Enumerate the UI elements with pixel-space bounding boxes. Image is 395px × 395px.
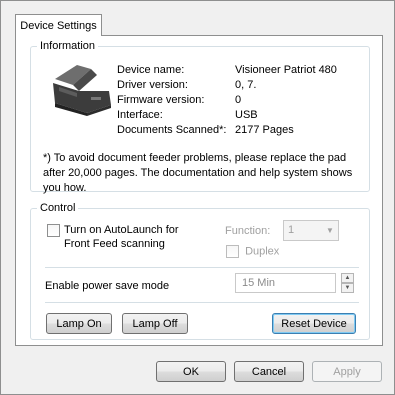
divider	[45, 302, 359, 303]
info-row-documents-scanned: Documents Scanned*: 2177 Pages	[117, 123, 357, 138]
autolaunch-checkbox[interactable]	[47, 224, 60, 237]
spin-up-icon[interactable]: ▲	[341, 273, 354, 283]
dialog-window: Device Settings Information Device name:…	[0, 0, 395, 395]
info-row-driver-version: Driver version: 0, 7.	[117, 78, 357, 93]
lamp-off-label: Lamp Off	[132, 317, 178, 330]
cancel-label: Cancel	[251, 365, 287, 378]
duplex-option[interactable]: Duplex	[226, 245, 279, 258]
apply-label: Apply	[333, 365, 361, 378]
info-value: 0, 7.	[235, 79, 257, 91]
info-value: Visioneer Patriot 480	[235, 64, 337, 76]
function-value: 1	[288, 224, 295, 236]
ok-label: OK	[183, 365, 199, 378]
function-label: Function:	[225, 225, 271, 237]
chevron-down-icon: ▼	[326, 226, 334, 235]
info-value: 2177 Pages	[235, 124, 294, 136]
lamp-on-label: Lamp On	[56, 317, 102, 330]
lamp-off-button[interactable]: Lamp Off	[122, 313, 188, 334]
reset-device-button[interactable]: Reset Device	[272, 313, 356, 334]
information-group: Information Device name: Visioneer Patri…	[30, 39, 370, 194]
duplex-label: Duplex	[245, 245, 280, 258]
info-row-device-name: Device name: Visioneer Patriot 480	[117, 63, 357, 78]
divider	[45, 267, 359, 268]
power-save-label: Enable power save mode	[45, 280, 170, 292]
info-label: Firmware version:	[117, 94, 205, 106]
cancel-button[interactable]: Cancel	[234, 361, 304, 382]
info-label: Documents Scanned*:	[117, 124, 227, 136]
spin-down-icon[interactable]: ▼	[341, 283, 354, 293]
control-group: Control Turn on AutoLaunch for Front Fee…	[30, 201, 370, 340]
lamp-on-button[interactable]: Lamp On	[46, 313, 112, 334]
information-title: Information	[37, 39, 99, 53]
info-table: Device name: Visioneer Patriot 480 Drive…	[117, 63, 357, 138]
info-label: Device name:	[117, 64, 185, 76]
power-save-input[interactable]: 15 Min	[235, 273, 336, 293]
info-label: Driver version:	[117, 79, 188, 91]
info-row-firmware-version: Firmware version: 0	[117, 93, 357, 108]
apply-button[interactable]: Apply	[312, 361, 382, 382]
info-label: Interface:	[117, 109, 163, 121]
scanner-icon	[53, 65, 111, 116]
tab-page: Information Device name: Visioneer Patri…	[15, 35, 383, 346]
control-title: Control	[37, 201, 79, 215]
pad-replacement-note: *) To avoid document feeder problems, pl…	[43, 152, 353, 194]
reset-device-label: Reset Device	[281, 317, 347, 330]
info-value: USB	[235, 109, 258, 121]
power-save-value: 15 Min	[242, 277, 276, 289]
tab-label: Device Settings	[20, 19, 97, 32]
autolaunch-label: Turn on AutoLaunch for Front Feed scanni…	[64, 224, 179, 250]
info-row-interface: Interface: USB	[117, 108, 357, 123]
ok-button[interactable]: OK	[156, 361, 226, 382]
function-select[interactable]: 1 ▼	[283, 220, 339, 241]
info-value: 0	[235, 94, 242, 106]
tab-device-settings[interactable]: Device Settings	[15, 14, 102, 36]
duplex-checkbox[interactable]	[226, 245, 239, 258]
power-save-spinner: ▲ ▼	[341, 273, 354, 293]
